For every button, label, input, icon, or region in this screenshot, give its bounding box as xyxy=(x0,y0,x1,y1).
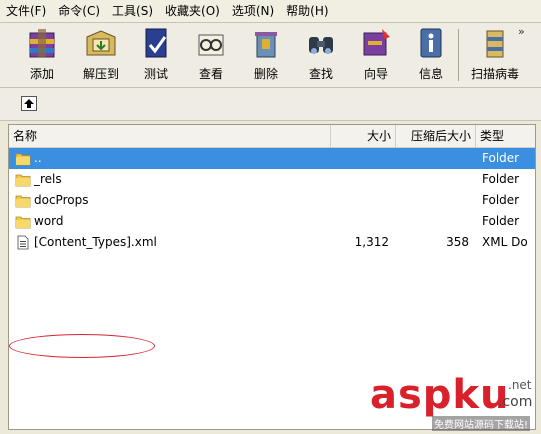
add-button[interactable]: 添加 xyxy=(14,25,70,85)
extract-to-icon xyxy=(86,30,116,56)
delete-button[interactable]: 删除 xyxy=(238,25,294,85)
add-archive-icon xyxy=(29,29,55,58)
info-button[interactable]: 信息 xyxy=(403,25,459,85)
menu-tools[interactable]: 工具(S) xyxy=(106,1,159,21)
find-button[interactable]: 查找 xyxy=(293,25,349,85)
column-header-name[interactable]: 名称 xyxy=(9,125,331,147)
folder-icon xyxy=(15,216,31,229)
file-size xyxy=(331,211,389,232)
find-icon xyxy=(309,37,333,54)
virus-scan-label: 扫描病毒 xyxy=(470,67,519,81)
file-type: Folder xyxy=(482,151,520,165)
folder-icon xyxy=(15,195,31,208)
up-folder-button[interactable] xyxy=(21,96,37,111)
file-size xyxy=(331,148,389,169)
file-packed-size xyxy=(396,211,469,232)
extract-to-label: 解压到 xyxy=(82,67,119,81)
file-packed-size: 358 xyxy=(446,235,469,249)
menu-favorites[interactable]: 收藏夹(O) xyxy=(159,1,226,21)
delete-label: 删除 xyxy=(253,67,278,81)
file-list-header: 名称 大小 压缩后大小 类型 xyxy=(9,125,535,148)
xml-file-icon xyxy=(17,235,29,250)
add-label: 添加 xyxy=(29,67,54,81)
column-header-type[interactable]: 类型 xyxy=(476,125,535,147)
file-size xyxy=(331,169,389,190)
menu-help[interactable]: 帮助(H) xyxy=(280,1,334,21)
info-label: 信息 xyxy=(418,67,443,81)
file-name: .. xyxy=(34,151,42,165)
delete-icon xyxy=(255,32,277,58)
file-row[interactable]: docProps Folder xyxy=(9,190,535,211)
view-button[interactable]: 查看 xyxy=(183,25,239,85)
menu-bar: 文件(F) 命令(C) 工具(S) 收藏夹(O) 选项(N) 帮助(H) xyxy=(0,0,541,23)
watermark-subtitle: 免费网站源码下载站! xyxy=(432,416,531,431)
column-header-packed[interactable]: 压缩后大小 xyxy=(396,125,476,147)
menu-file[interactable]: 文件(F) xyxy=(0,1,52,21)
file-type: Folder xyxy=(482,214,520,228)
file-type: Folder xyxy=(482,172,520,186)
watermark-net: .net xyxy=(508,378,532,392)
watermark-logo: aspku xyxy=(370,372,510,418)
test-button[interactable]: 测试 xyxy=(128,25,184,85)
info-icon xyxy=(420,28,442,58)
up-arrow-icon xyxy=(24,99,34,108)
view-label: 查看 xyxy=(198,67,223,81)
watermark-com: .com xyxy=(498,394,533,410)
toolbar-separator xyxy=(458,29,459,81)
file-size: 1,312 xyxy=(354,235,389,249)
folder-icon xyxy=(15,174,31,187)
column-header-size[interactable]: 大小 xyxy=(331,125,396,147)
virus-scan-icon xyxy=(486,30,504,58)
view-icon xyxy=(198,34,224,56)
extract-to-button[interactable]: 解压到 xyxy=(73,25,129,85)
file-packed-size xyxy=(396,148,469,169)
test-icon xyxy=(145,28,167,58)
test-label: 测试 xyxy=(143,67,168,81)
wizard-button[interactable]: 向导 xyxy=(348,25,404,85)
file-name: _rels xyxy=(34,172,62,186)
file-name: docProps xyxy=(34,193,89,207)
menu-options[interactable]: 选项(N) xyxy=(226,1,280,21)
file-size xyxy=(331,190,389,211)
wizard-label: 向导 xyxy=(363,67,388,81)
file-row[interactable]: _rels Folder xyxy=(9,169,535,190)
file-packed-size xyxy=(396,190,469,211)
file-row[interactable]: [Content_Types].xml 1,312 358 XML Do xyxy=(9,232,535,253)
file-packed-size xyxy=(396,169,469,190)
toolbar-overflow-chevron[interactable]: » xyxy=(518,25,525,38)
file-row[interactable]: word Folder xyxy=(9,211,535,232)
highlight-oval xyxy=(9,334,155,358)
file-row[interactable]: .. Folder xyxy=(9,148,535,169)
file-name: word xyxy=(34,214,64,228)
toolbar: 添加 解压到 测试 查看 删除 查找 向导 信息 扫描病毒 » xyxy=(0,23,541,88)
find-label: 查找 xyxy=(308,67,333,81)
watermark: aspku .net .com 免费网站源码下载站! xyxy=(370,372,540,432)
address-bar xyxy=(0,88,541,121)
menu-commands[interactable]: 命令(C) xyxy=(52,1,106,21)
file-type: Folder xyxy=(482,193,520,207)
file-name: [Content_Types].xml xyxy=(34,235,157,249)
file-type: XML Do xyxy=(482,235,528,249)
wizard-icon xyxy=(363,29,390,56)
folder-icon xyxy=(15,153,31,166)
virus-scan-button[interactable]: 扫描病毒 xyxy=(468,25,522,85)
